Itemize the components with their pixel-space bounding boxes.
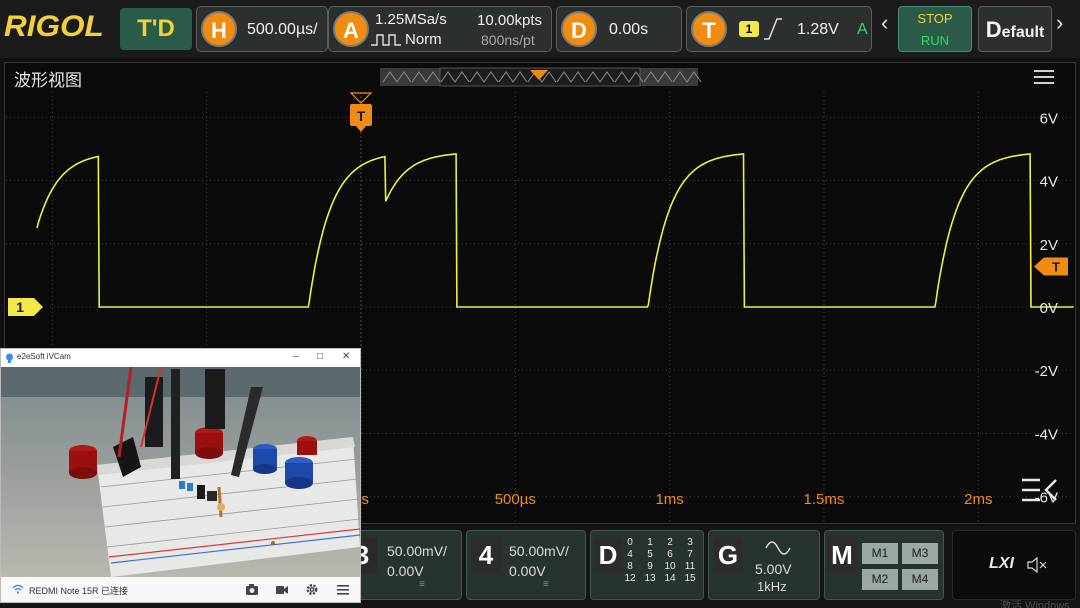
math-m1-button[interactable]: M1	[862, 543, 898, 564]
generator-badge: G	[713, 537, 743, 573]
channel-3-scale: 50.00mV/	[387, 543, 447, 559]
digital-channel-number: 3	[687, 537, 693, 548]
digital-channel-number: 15	[684, 573, 696, 584]
digital-channel-grid: 0 1 2 34 5 6 78 9 10 1112 13 14 15	[620, 537, 700, 585]
y-tick-label: 2V	[1040, 237, 1058, 254]
y-tick-label: 0V	[1040, 300, 1058, 317]
digital-channel-number: 9	[647, 561, 653, 572]
trigger-position-tip	[355, 126, 366, 132]
camera-photo	[1, 367, 360, 577]
x-tick-label: 500µs	[495, 491, 536, 508]
oscilloscope-screen: RIGOL T'D H 500.00µs/ A 1.25MSa/s Norm 1…	[0, 0, 1080, 608]
digital-channel-number: 14	[664, 573, 676, 584]
lxi-panel[interactable]: LXI	[952, 530, 1076, 600]
digital-channel-number: 10	[664, 561, 676, 572]
math-badge: M	[827, 537, 857, 573]
digital-channel-number: 8	[627, 561, 633, 572]
digital-channel-number: 11	[684, 561, 696, 572]
digital-channel-number: 2	[667, 537, 673, 548]
generator-frequency: 1kHz	[757, 579, 787, 594]
math-m3-button[interactable]: M3	[902, 543, 938, 564]
channel-3-offset: 0.00V	[387, 563, 424, 579]
channel-1-marker-label: 1	[16, 299, 24, 315]
digital-channel-number: 5	[647, 549, 653, 560]
digital-channel-number: 6	[667, 549, 673, 560]
windows-activation-watermark: 激活 Windows	[1000, 600, 1070, 608]
y-tick-label: 6V	[1040, 110, 1058, 127]
trigger-level-marker[interactable]	[1034, 257, 1068, 276]
math-m4-button[interactable]: M4	[902, 569, 938, 590]
channel-4-offset: 0.00V	[509, 563, 546, 579]
channel-1-trace	[36, 153, 1074, 308]
channel-4-coupling-icon: ≡	[543, 579, 549, 590]
lxi-logo: LXI	[989, 555, 1014, 572]
digital-channel-number: 0	[627, 537, 633, 548]
video-icon[interactable]	[275, 583, 289, 596]
digital-channel-number: 4	[627, 549, 633, 560]
generator-panel[interactable]: G 5.00V 1kHz	[708, 530, 820, 600]
x-tick-label: 1ms	[655, 491, 683, 508]
hamburger-menu-icon[interactable]	[336, 583, 350, 596]
maximize-icon[interactable]: □	[317, 351, 323, 362]
y-tick-label: -4V	[1035, 426, 1058, 443]
digital-channel-number: 7	[687, 549, 693, 560]
ivcam-statusbar: REDMI Note 15R 已连接	[1, 577, 360, 602]
ivcam-titlebar[interactable]: e2eSoft iVCam – □ ✕	[1, 349, 360, 367]
digital-channel-number: 1	[647, 537, 653, 548]
ivcam-window[interactable]: e2eSoft iVCam – □ ✕ REDMI Note 15R 已连接	[0, 348, 361, 603]
math-m2-button[interactable]: M2	[862, 569, 898, 590]
digital-badge: D	[593, 537, 623, 573]
y-tick-label: -2V	[1035, 363, 1058, 380]
ivcam-app-icon	[6, 353, 13, 363]
x-tick-label: 2ms	[964, 491, 992, 508]
close-icon[interactable]: ✕	[342, 351, 350, 362]
trigger-position-label: T	[357, 108, 366, 124]
x-tick-label: 1.5ms	[804, 491, 845, 508]
ivcam-title: e2eSoft iVCam	[17, 352, 71, 361]
y-axis-labels: 6V4V2V0V-2V-4V-6V	[1035, 110, 1058, 506]
camera-preview	[1, 367, 360, 577]
wifi-icon	[12, 584, 24, 594]
channel-4-scale: 50.00mV/	[509, 543, 569, 559]
digital-channel-number: 12	[624, 573, 636, 584]
camera-icon[interactable]	[245, 583, 259, 596]
channel-3-panel[interactable]: 3 50.00mV/ 0.00V ≡	[346, 530, 462, 600]
ivcam-connection-status: REDMI Note 15R 已连接	[29, 586, 129, 596]
minimize-icon[interactable]: –	[293, 351, 299, 362]
markers[interactable]: T 1 T	[8, 92, 1068, 316]
digital-channel-number: 13	[644, 573, 656, 584]
sine-wave-icon	[765, 541, 791, 555]
channel-1-ground-marker[interactable]	[8, 298, 43, 316]
y-tick-label: 4V	[1040, 174, 1058, 191]
channel-4-badge: 4	[471, 537, 501, 573]
generator-amplitude: 5.00V	[755, 561, 792, 577]
gear-icon[interactable]	[305, 583, 319, 596]
channel-4-panel[interactable]: 4 50.00mV/ 0.00V ≡	[466, 530, 586, 600]
trigger-level-label: T	[1052, 260, 1060, 275]
channel-3-coupling-icon: ≡	[419, 579, 425, 590]
speaker-muted-icon[interactable]	[1027, 557, 1049, 573]
memory-navigator[interactable]	[380, 67, 702, 87]
